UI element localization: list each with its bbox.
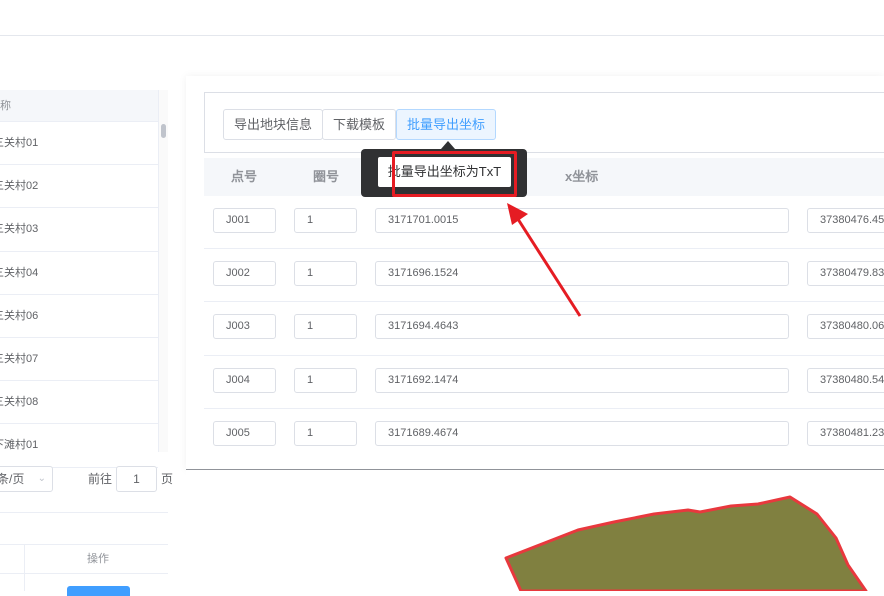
x-coordinate-input[interactable]: 3171696.1524 [375,261,789,287]
coordinates-panel: 导出地块信息 下载模板 批量导出坐标 点号 圈号 x坐标 J001 1 3171… [186,76,884,470]
parcel-name-column-header: 称 [0,100,11,112]
parcel-list-item[interactable]: 三关村02 [0,165,158,209]
row-action-button[interactable] [67,586,130,596]
x-coordinate-input[interactable]: 3171701.0015 [375,208,789,233]
ring-input[interactable]: 1 [294,261,357,287]
table-row: J002 1 3171696.1524 37380479.83 [204,249,884,303]
y-coordinate-input[interactable]: 37380480.54 [807,367,884,393]
ring-input[interactable]: 1 [294,208,357,233]
ring-input[interactable]: 1 [294,420,357,446]
parcel-list-panel: 称 三关村01 三关村02 三关村03 三关村04 三关村06 三关村07 三关… [0,90,168,596]
parcel-name: 下滩村01 [0,439,39,452]
goto-label: 前往 [88,472,113,486]
y-coordinate-input[interactable]: 37380476.45 [807,208,884,233]
pagination: 条/页 ⌄ 前往 1 页 [0,466,180,492]
ring-column-header: 圈号 [313,169,340,184]
page-size-label: 条/页 [0,472,25,486]
parcel-list-item[interactable]: 三关村08 [0,381,158,425]
point-input[interactable]: J005 [213,420,276,446]
parcel-polygon[interactable] [504,495,868,593]
annotation-highlight-box [392,151,517,197]
parcel-list-rows: 三关村01 三关村02 三关村03 三关村04 三关村06 三关村07 三关村0… [0,122,158,468]
page-size-select[interactable]: 条/页 ⌄ [0,466,53,492]
parcel-list-scrollbar[interactable] [158,90,168,452]
column-divider [24,544,25,591]
parcel-list-item[interactable]: 三关村06 [0,295,158,338]
parcel-name: 三关村07 [0,352,39,365]
operation-column-header: 操作 [87,553,109,565]
chevron-down-icon: ⌄ [37,473,46,484]
parcel-name: 三关村01 [0,137,39,149]
coordinate-table-header: 点号 圈号 x坐标 [204,158,884,196]
scrollbar-thumb[interactable] [161,124,166,138]
point-input[interactable]: J001 [213,208,276,233]
x-coordinate-input[interactable]: 3171694.4643 [375,314,789,340]
point-input[interactable]: J003 [213,314,276,340]
export-parcel-info-button[interactable]: 导出地块信息 [223,109,324,140]
parcel-list-item[interactable]: 三关村07 [0,338,158,382]
point-input[interactable]: J002 [213,261,276,287]
parcel-list-item[interactable]: 三关村03 [0,208,158,252]
parcel-list-item[interactable]: 三关村01 [0,122,158,166]
parcel-list-item[interactable]: 三关村04 [0,252,158,295]
parcel-name: 三关村08 [0,396,39,409]
download-template-button[interactable]: 下载模板 [322,109,397,140]
y-coordinate-input[interactable]: 37380481.23 [807,420,884,446]
goto-page-input[interactable]: 1 [116,466,157,492]
parcel-name: 三关村04 [0,266,39,279]
batch-export-coordinates-button[interactable]: 批量导出坐标 [396,109,497,140]
parcel-list-header: 称 [0,90,158,122]
parcel-list-item[interactable]: 下滩村01 [0,424,158,468]
page-unit-label: 页 [161,472,174,486]
point-input[interactable]: J004 [213,367,276,393]
map-view[interactable] [186,469,884,593]
lower-table: 操作 [0,512,168,596]
parcel-map-svg [504,495,868,593]
toolbar: 导出地块信息 下载模板 批量导出坐标 [204,92,884,153]
x-coordinate-input[interactable]: 3171692.1474 [375,367,789,393]
x-column-header: x坐标 [565,169,599,184]
table-row: J004 1 3171692.1474 37380480.54 [204,356,884,409]
y-coordinate-input[interactable]: 37380480.06 [807,314,884,340]
parcel-name: 三关村06 [0,309,39,322]
coordinate-table-body: J001 1 3171701.0015 37380476.45 J002 1 3… [204,196,884,462]
parcel-name: 三关村03 [0,223,39,236]
y-coordinate-input[interactable]: 37380479.83 [807,261,884,287]
ring-input[interactable]: 1 [294,314,357,340]
table-row: J003 1 3171694.4643 37380480.06 [204,302,884,356]
top-bar [0,0,884,36]
x-coordinate-input[interactable]: 3171689.4674 [375,420,789,446]
table-row: J005 1 3171689.4674 37380481.23 [204,409,884,462]
point-column-header: 点号 [231,169,258,184]
ring-input[interactable]: 1 [294,367,357,393]
parcel-name: 三关村02 [0,180,39,193]
table-row: J001 1 3171701.0015 37380476.45 [204,196,884,250]
tooltip-caret [441,141,455,149]
